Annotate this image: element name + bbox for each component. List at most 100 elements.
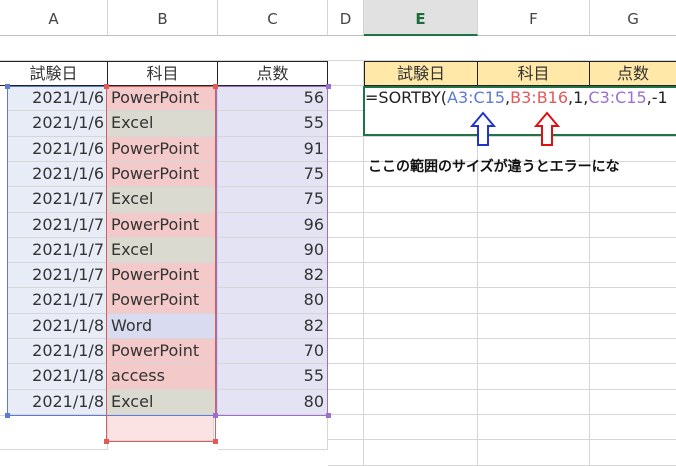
header-date[interactable]: 試験日 [0,61,108,86]
cell-date[interactable]: 2021/1/7 [7,187,108,213]
cell-date[interactable]: 2021/1/8 [7,364,108,390]
header-subject[interactable]: 科目 [108,61,218,86]
cell-score[interactable]: 75 [218,187,328,213]
grid-cell[interactable] [328,213,364,238]
grid-cell[interactable] [478,440,590,466]
column-header-G[interactable]: G [590,0,676,36]
grid-cell[interactable] [478,314,590,339]
grid-cell[interactable] [478,364,590,390]
cell-subject[interactable]: Excel [108,187,218,213]
cell-score[interactable]: 80 [218,390,328,415]
cell-date[interactable]: 2021/1/7 [7,263,108,288]
cell-subject[interactable]: PowerPoint [108,263,218,288]
grid-cell[interactable] [328,390,364,415]
grid-cell[interactable] [478,263,590,288]
cell-date[interactable]: 2021/1/7 [7,213,108,238]
cell-score[interactable]: 96 [218,213,328,238]
cell-subject[interactable]: access [108,364,218,390]
cell-score[interactable]: 82 [218,263,328,288]
cell-A16[interactable] [0,415,108,450]
column-header-A[interactable]: A [0,0,108,36]
cell-score[interactable]: 55 [218,111,328,137]
grid-cell[interactable] [478,390,590,415]
grid-cell[interactable] [590,364,676,390]
grid-cell[interactable] [328,86,364,111]
handle-blue-bl[interactable] [5,413,10,418]
cell-row1[interactable] [0,36,676,61]
column-header-E[interactable]: E [364,0,478,36]
grid-cell[interactable] [590,213,676,238]
cell-subject[interactable]: Word [108,314,218,339]
grid-cell[interactable] [478,238,590,263]
grid-cell[interactable] [364,415,478,440]
cell-score[interactable]: 80 [218,288,328,314]
column-header-B[interactable]: B [108,0,218,36]
column-header-D[interactable]: D [328,0,364,36]
handle-red-br[interactable] [213,439,218,444]
grid-cell[interactable] [478,415,590,440]
cell-date[interactable]: 2021/1/6 [7,137,108,162]
grid-cell[interactable] [364,111,478,137]
grid-cell[interactable] [590,238,676,263]
handle-red-tl[interactable] [104,84,109,89]
cell-C16[interactable] [218,415,328,450]
cell-score[interactable]: 70 [218,339,328,364]
cell-A3-edge[interactable] [0,86,7,416]
result-header-subject[interactable]: 科目 [478,61,590,86]
grid-cell[interactable] [328,187,364,213]
cell-subject[interactable]: PowerPoint [108,288,218,314]
handle-red-tr[interactable] [213,84,218,89]
grid-cell[interactable] [328,440,364,466]
grid-cell[interactable] [328,415,364,440]
cell-score[interactable]: 56 [218,86,328,111]
grid-cell[interactable] [328,364,364,390]
cell-date[interactable]: 2021/1/6 [7,86,108,111]
grid-cell[interactable] [364,288,478,314]
grid-cell[interactable] [328,162,364,187]
cell-date[interactable]: 2021/1/8 [7,314,108,339]
cell-date[interactable]: 2021/1/6 [7,162,108,187]
grid-cell[interactable] [590,415,676,440]
handle-blue-tl[interactable] [5,84,10,89]
grid-cell[interactable] [328,339,364,364]
cell-date[interactable]: 2021/1/6 [7,111,108,137]
cell-subject[interactable]: Excel [108,238,218,263]
cell-score[interactable]: 91 [218,137,328,162]
handle-purple-br[interactable] [326,413,331,418]
cell-score[interactable]: 55 [218,364,328,390]
cell-subject[interactable]: Excel [108,111,218,137]
result-header-score[interactable]: 点数 [590,61,676,86]
cell-subject[interactable]: PowerPoint [108,339,218,364]
grid-cell[interactable] [364,390,478,415]
grid-cell[interactable] [590,111,676,137]
cell-subject[interactable]: PowerPoint [108,162,218,187]
handle-red-bl[interactable] [104,439,109,444]
cell-score[interactable]: 75 [218,162,328,187]
grid-cell[interactable] [364,238,478,263]
cell-subject[interactable]: PowerPoint [108,213,218,238]
grid-cell[interactable] [328,137,364,162]
header-score[interactable]: 点数 [218,61,328,86]
grid-cell[interactable] [328,61,364,86]
grid-cell[interactable] [328,111,364,137]
grid-cell[interactable] [364,314,478,339]
grid-cell[interactable] [328,263,364,288]
handle-purple-bl[interactable] [213,413,218,418]
grid-cell[interactable] [328,288,364,314]
cell-date[interactable]: 2021/1/8 [7,339,108,364]
grid-cell[interactable] [328,238,364,263]
grid-cell[interactable] [590,440,676,466]
grid-cell[interactable] [364,364,478,390]
cell-B16[interactable] [108,415,214,441]
cell-date[interactable]: 2021/1/7 [7,238,108,263]
cell-subject[interactable]: PowerPoint [108,137,218,162]
grid-cell[interactable] [478,288,590,314]
cell-date[interactable]: 2021/1/8 [7,390,108,415]
column-header-C[interactable]: C [218,0,328,36]
grid-cell[interactable] [590,390,676,415]
grid-cell[interactable] [364,263,478,288]
grid-cell[interactable] [590,339,676,364]
cell-score[interactable]: 82 [218,314,328,339]
cell-score[interactable]: 90 [218,238,328,263]
grid-cell[interactable] [364,213,478,238]
